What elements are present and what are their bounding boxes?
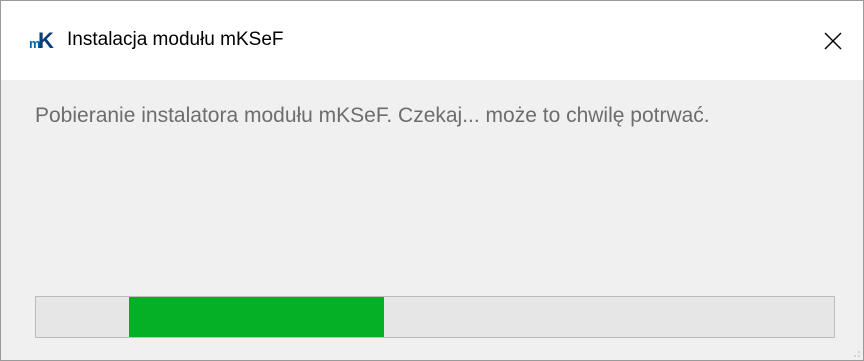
progress-fill <box>129 297 384 337</box>
svg-text:K: K <box>38 28 54 50</box>
close-icon <box>824 32 842 49</box>
window-title: Instalacja modułu mKSeF <box>67 29 284 50</box>
status-message: Pobieranie instalatora modułu mKSeF. Cze… <box>35 104 710 127</box>
title-bar[interactable]: m K Instalacja modułu mKSeF <box>1 1 863 80</box>
progress-bar <box>35 296 835 338</box>
resize-grip-icon[interactable] <box>853 350 861 358</box>
dialog-window: m K Instalacja modułu mKSeF Pobieranie i… <box>0 0 864 361</box>
close-button[interactable] <box>803 1 863 80</box>
mk-logo-icon: m K <box>29 28 54 50</box>
